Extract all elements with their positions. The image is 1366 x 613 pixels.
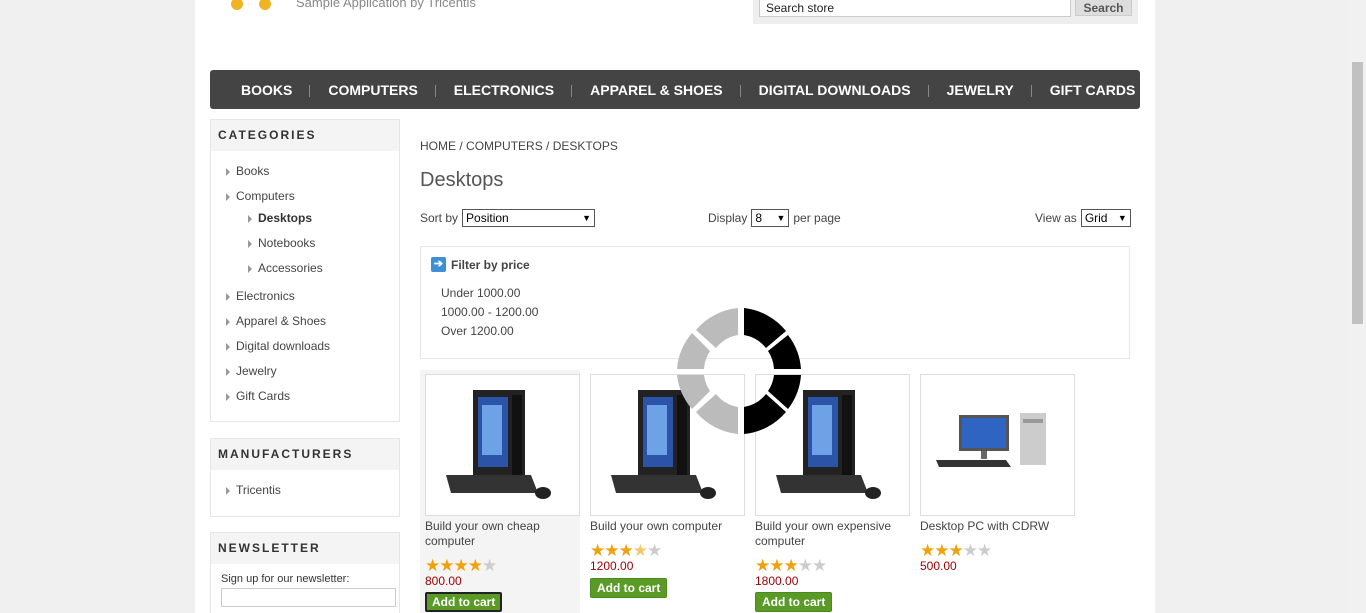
add-to-cart-button[interactable]: Add to cart (425, 592, 503, 612)
product-name[interactable]: Desktop PC with CDRW (920, 519, 1070, 534)
product-item: Desktop PC with CDRW ★★★★★ 500.00 (915, 370, 1075, 613)
breadcrumb-separator: / (546, 139, 550, 153)
product-name[interactable]: Build your own expensive computer (755, 519, 905, 549)
newsletter-block: NEWSLETTER Sign up for our newsletter: (210, 532, 400, 613)
product-name[interactable]: Build your own computer (590, 519, 740, 534)
category-notebooks[interactable]: Notebooks (248, 231, 399, 256)
display-label: Display (708, 211, 748, 225)
manufacturers-block: MANUFACTURERS Tricentis (210, 438, 400, 517)
newsletter-email-input[interactable] (221, 588, 396, 607)
page-container: Sample Application by Tricentis Search s… (195, 0, 1155, 613)
logo[interactable] (227, 0, 277, 12)
view-mode-value: Grid (1084, 211, 1108, 225)
category-apparel-shoes[interactable]: Apparel & Shoes (226, 309, 399, 334)
search-button[interactable]: Search (1075, 0, 1132, 16)
view-mode-select[interactable]: Grid ▼ (1080, 209, 1131, 227)
loading-spinner-icon (677, 308, 801, 434)
product-rating: ★★★★★ (920, 541, 992, 560)
sort-value: Position (466, 211, 509, 225)
menu-item-digital-downloads[interactable]: DIGITAL DOWNLOADS (739, 82, 929, 98)
product-rating: ★★★★★ (425, 556, 497, 575)
filter-title: ➔ Filter by price (431, 257, 530, 272)
newsletter-label: Sign up for our newsletter: (221, 573, 350, 585)
category-gift-cards[interactable]: Gift Cards (226, 384, 399, 409)
arrow-right-icon: ➔ (431, 257, 446, 272)
chevron-down-icon: ▼ (582, 213, 592, 223)
breadcrumb: HOME / COMPUTERS / DESKTOPS (420, 139, 618, 153)
category-books[interactable]: Books (226, 159, 399, 184)
product-item: Build your own cheap computer ★★★★★ 800.… (420, 370, 580, 613)
menu-item-jewelry[interactable]: JEWELRY (927, 82, 1032, 98)
category-accessories[interactable]: Accessories (248, 256, 399, 281)
filter-title-text: Filter by price (451, 257, 530, 272)
price-range-1000-1200[interactable]: 1000.00 - 1200.00 (441, 305, 538, 319)
breadcrumb-current: DESKTOPS (552, 139, 618, 153)
chevron-down-icon: ▼ (1117, 213, 1127, 223)
sort-select[interactable]: Position ▼ (462, 209, 596, 227)
search-input[interactable]: Search store (759, 0, 1071, 17)
category-electronics[interactable]: Electronics (226, 284, 399, 309)
chevron-down-icon: ▼ (776, 213, 786, 223)
add-to-cart-button[interactable]: Add to cart (755, 592, 833, 612)
product-price: 800.00 (425, 574, 462, 588)
newsletter-title: NEWSLETTER (211, 533, 399, 564)
menu-item-electronics[interactable]: ELECTRONICS (434, 82, 572, 98)
categories-title: CATEGORIES (211, 120, 399, 151)
page-title: Desktops (420, 169, 504, 191)
breadcrumb-separator: / (459, 139, 463, 153)
view-control: View as Grid ▼ (1035, 209, 1131, 227)
price-range-under-1000[interactable]: Under 1000.00 (441, 286, 520, 300)
manufacturer-tricentis[interactable]: Tricentis (226, 478, 399, 503)
search-box: Search store Search (753, 0, 1138, 24)
scrollbar[interactable] (1349, 0, 1366, 613)
page-size-select[interactable]: 8 ▼ (751, 209, 790, 227)
breadcrumb-computers[interactable]: COMPUTERS (466, 139, 543, 153)
product-image[interactable] (425, 374, 580, 516)
sort-label: Sort by (420, 211, 459, 225)
menu-item-books[interactable]: BOOKS (223, 82, 310, 98)
top-menu: BOOKS COMPUTERS ELECTRONICS APPAREL & SH… (210, 70, 1140, 109)
product-rating: ★★★★★ (590, 541, 662, 560)
category-desktops[interactable]: Desktops (248, 206, 399, 231)
tagline: Sample Application by Tricentis (296, 0, 476, 10)
breadcrumb-home[interactable]: HOME (420, 139, 456, 153)
product-price: 1800.00 (755, 574, 799, 588)
product-name[interactable]: Build your own cheap computer (425, 519, 575, 549)
menu-item-gift-cards[interactable]: GIFT CARDS (1030, 82, 1154, 98)
sort-control: Sort by Position ▼ (420, 209, 596, 227)
per-page-label: per page (793, 211, 841, 225)
category-jewelry[interactable]: Jewelry (226, 359, 399, 384)
display-control: Display 8 ▼ per page (708, 209, 841, 227)
scrollbar-thumb[interactable] (1352, 62, 1363, 324)
product-price: 1200.00 (590, 559, 634, 573)
manufacturers-title: MANUFACTURERS (211, 439, 399, 470)
add-to-cart-button[interactable]: Add to cart (590, 578, 668, 598)
menu-item-computers[interactable]: COMPUTERS (309, 82, 435, 98)
product-rating: ★★★★★ (755, 556, 827, 575)
category-digital-downloads[interactable]: Digital downloads (226, 334, 399, 359)
view-label: View as (1035, 211, 1077, 225)
menu-item-apparel-shoes[interactable]: APPAREL & SHOES (571, 82, 741, 98)
page-size-value: 8 (755, 211, 763, 225)
price-range-over-1200[interactable]: Over 1200.00 (441, 324, 514, 338)
categories-block: CATEGORIES Books Computers Desktops Note… (210, 119, 400, 422)
product-image[interactable] (920, 374, 1075, 516)
product-price: 500.00 (920, 559, 957, 573)
